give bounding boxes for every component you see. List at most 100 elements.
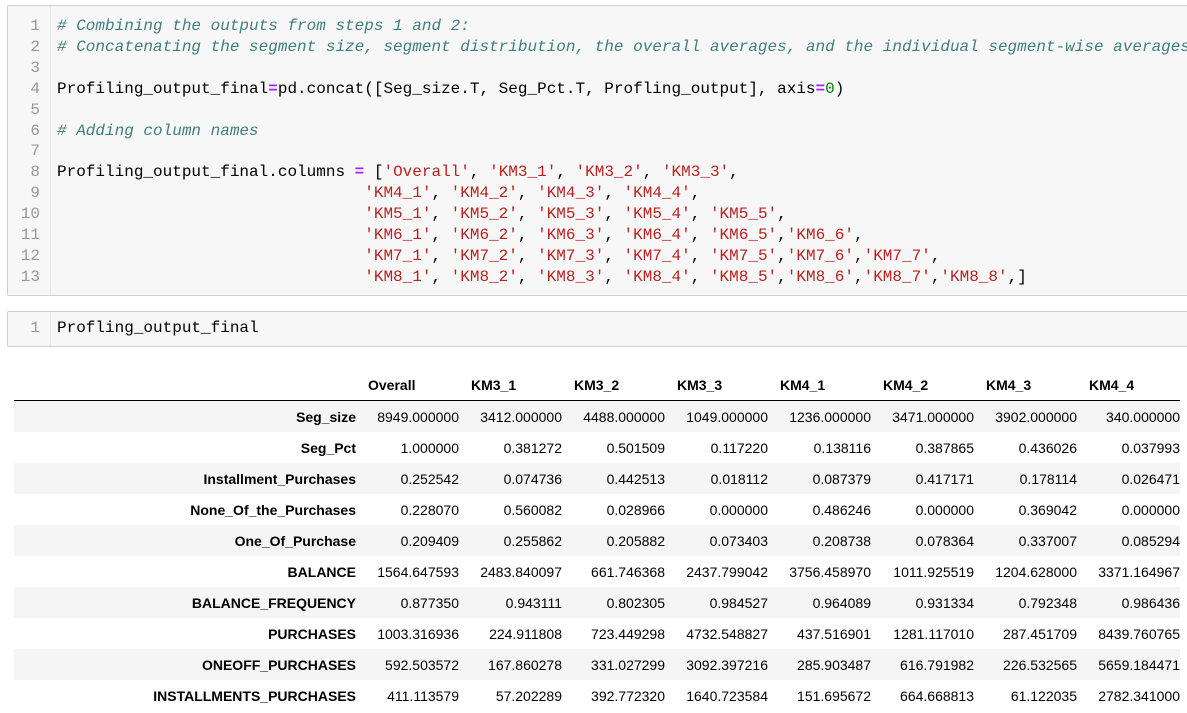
table-cell: 0.442513 [606,470,665,487]
code-token-plain: , [777,226,787,245]
code-token-plain: , [431,205,451,224]
code-line: 11 'KM6_1', 'KM6_2', 'KM6_3', 'KM6_4', '… [8,225,1187,246]
table-cell: 61.122035 [1010,687,1077,704]
code-token-string: 'KM8_1' [364,267,432,286]
code-token-string: 'KM5_5' [709,205,778,224]
table-cell: 4488.000000 [583,408,665,425]
row-index-label: BALANCE_FREQUENCY [191,594,356,611]
table-cell: 1003.316936 [377,625,459,642]
table-row: INSTALLMENTS_PURCHASES 411.113579 57.20228… [14,680,1180,711]
code-token-string: 'KM3_3' [661,163,730,182]
row-index-label: None_Of_the_Purchases [190,501,356,518]
code-line: 2 # Concatenating the segment size, segme… [8,37,1187,58]
column-header: KM4_2 [871,370,974,401]
code-token-plain: , [777,246,787,265]
table-row: ONEOFF_PURCHASES 592.503572 167.860278 331.… [14,649,1180,680]
code-token-string: 'KM8_6' [786,267,854,286]
code-token-plain: , [930,246,941,265]
line-number: 6 [30,121,40,140]
table-cell: 0.802305 [606,594,665,611]
code-token-plain: , [604,246,624,265]
table-cell: 723.449298 [591,625,665,642]
code-token-string: 'KM7_6' [786,246,854,265]
table-cell: 392.772320 [591,687,665,704]
table-cell: 0.117220 [710,439,768,456]
table-cell: 1.000000 [400,439,459,456]
code-token-plain: , [517,184,538,203]
code-token-string: 'KM8_3' [537,267,605,286]
code-line: 10 'KM5_1', 'KM5_2', 'KM5_3', 'KM5_4', '… [8,204,1187,225]
code-token-plain: , [729,163,739,182]
code-line: 7 [8,141,1187,162]
code-token-plain: , [469,163,490,182]
line-number: 4 [30,79,40,98]
code-token-string: 'KM6_2' [450,226,518,245]
code-line: 12 'KM7_1', 'KM7_2', 'KM7_3', 'KM7_4', '… [8,246,1187,267]
code-token-string: 'KM6_3' [537,226,605,245]
code-cell-display-output[interactable]: 1 Profling_output_final [7,311,1187,347]
table-cell: 0.417171 [915,470,974,487]
table-cell: 3471.000000 [892,408,974,425]
row-index-label: PURCHASES [268,625,356,642]
code-token-string: 'Overall' [383,163,470,182]
table-cell: 331.027299 [591,656,665,673]
row-index-label: INSTALLMENTS_PURCHASES [153,687,356,704]
code-token-num: 0 [825,79,835,98]
table-row: BALANCE_FREQUENCY 0.877350 0.943111 0.80230… [14,587,1180,618]
code-editor[interactable]: 1 Profling_output_final [8,318,258,339]
code-editor[interactable]: 1 # Combining the outputs from steps 1 an… [8,16,1187,288]
code-token-string: 'KM5_2' [450,205,518,224]
table-cell: 5659.184471 [1098,656,1180,673]
code-cell-column-names[interactable]: 1 # Combining the outputs from steps 1 an… [7,5,1187,296]
code-token-string: 'KM6_4' [623,226,691,245]
code-token-string: 'KM4_2' [450,184,518,203]
code-token-string: 'KM7_2' [450,246,518,265]
code-token-op: = [268,79,278,98]
code-token-plain: , [517,246,538,265]
table-cell: 0.037993 [1121,439,1180,456]
code-token-string: 'KM8_5' [709,267,778,286]
table-cell: 0.178114 [1019,470,1077,487]
code-token-plain: , [853,226,864,245]
code-token-plain: , [777,205,787,224]
table-cell: 0.931334 [915,594,974,611]
table-cell: 167.860278 [488,656,562,673]
code-token-string: 'KM7_1' [364,246,432,265]
code-token-plain: , [690,205,710,224]
column-header: KM3_3 [665,370,768,401]
table-cell: 0.018112 [710,470,768,487]
row-index-label: Seg_size [296,408,356,425]
code-token-op: = [815,79,826,98]
code-token-comment: # Adding column names [57,121,259,140]
column-header: Overall [356,370,459,401]
table-cell: 0.205882 [606,532,665,549]
line-number: 1 [30,319,40,337]
table-cell: 0.501509 [606,439,665,456]
table-cell: 1640.723584 [686,687,768,704]
table-cell: 1204.628000 [995,563,1077,580]
table-cell: 224.911808 [489,625,562,642]
line-number: 7 [30,142,40,161]
code-token-string: 'KM7_7' [863,246,931,265]
table-cell: 0.078364 [915,532,974,549]
row-index-label: BALANCE [287,563,356,580]
table-cell: 0.560082 [503,501,562,518]
code-token-plain: , [853,246,864,265]
code-token-plain: , [690,246,710,265]
table-row: None_Of_the_Purchases 0.228070 0.560082 0.0… [14,494,1180,525]
line-number: 1 [30,17,40,35]
table-cell: 0.087379 [812,470,871,487]
code-token-string: 'KM8_4' [623,267,691,286]
table-cell: 661.746368 [591,563,665,580]
line-number: 10 [20,205,40,224]
table-body: Seg_size 8949.000000 3412.000000 4488.00000… [14,400,1180,712]
table-cell: 616.791982 [900,656,974,673]
table-cell: 3092.397216 [686,656,768,673]
table-cell: 0.028966 [606,501,665,518]
table-cell: 0.387865 [915,439,974,456]
line-number: 3 [30,58,40,77]
code-line: 4 Profiling_output_final=pd.concat([Seg_s… [8,79,1187,100]
table-cell: 0.877350 [400,594,459,611]
